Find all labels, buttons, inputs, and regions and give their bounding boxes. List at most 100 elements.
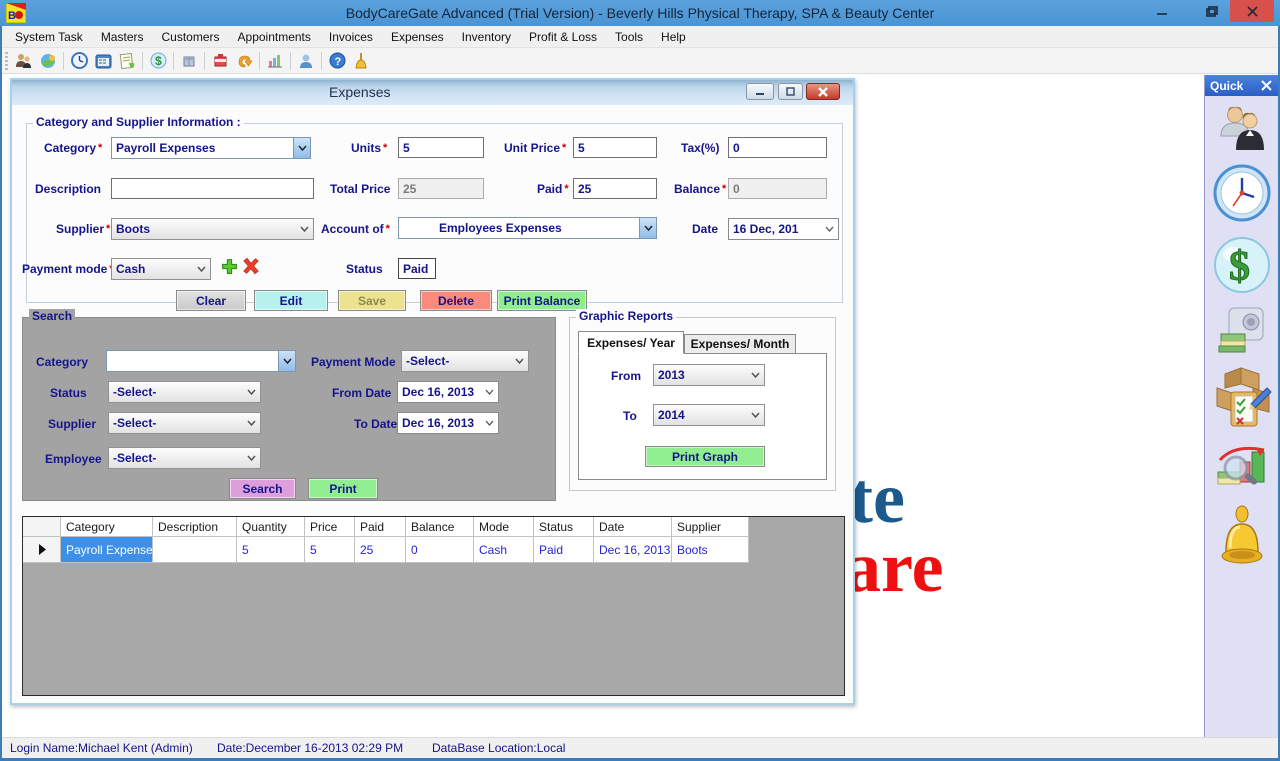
customers-icon[interactable] bbox=[12, 50, 36, 72]
dialog-close-button[interactable] bbox=[806, 83, 840, 100]
grid-col-description[interactable]: Description bbox=[153, 517, 237, 537]
expenses-dialog-titlebar[interactable]: Expenses bbox=[12, 80, 853, 105]
minimize-button[interactable] bbox=[1146, 0, 1178, 22]
tab-expenses-month[interactable]: Expenses/ Month bbox=[684, 334, 796, 354]
search-category-combobox[interactable] bbox=[106, 350, 296, 372]
menu-system-task[interactable]: System Task bbox=[6, 27, 92, 47]
grid-cell-description[interactable] bbox=[153, 537, 237, 563]
dialog-minimize-button[interactable] bbox=[746, 83, 774, 100]
delete-payment-mode-icon[interactable] bbox=[242, 257, 260, 275]
grid-col-quantity[interactable]: Quantity bbox=[237, 517, 305, 537]
grid-cell-quantity[interactable]: 5 bbox=[237, 537, 305, 563]
chevron-down-icon[interactable] bbox=[511, 351, 528, 371]
unit-price-input[interactable]: 5 bbox=[573, 137, 657, 158]
inventory-icon[interactable] bbox=[177, 50, 201, 72]
chevron-down-icon[interactable] bbox=[193, 259, 210, 279]
chevron-down-icon[interactable] bbox=[747, 365, 764, 385]
graph-from-year-combobox[interactable]: 2013 bbox=[653, 364, 765, 386]
search-status-combobox[interactable]: -Select- bbox=[108, 381, 261, 403]
dialog-maximize-button[interactable] bbox=[778, 83, 803, 100]
print-graph-button[interactable]: Print Graph bbox=[645, 446, 765, 467]
grid-cell-paid[interactable]: 25 bbox=[355, 537, 406, 563]
help-icon[interactable]: ? bbox=[325, 50, 349, 72]
grid-cell-supplier[interactable]: Boots bbox=[672, 537, 749, 563]
search-payment-mode-combobox[interactable]: -Select- bbox=[401, 350, 529, 372]
delete-button[interactable]: Delete bbox=[420, 290, 492, 311]
returns-icon[interactable] bbox=[232, 50, 256, 72]
paid-input[interactable]: 25 bbox=[573, 178, 657, 199]
save-button[interactable]: Save bbox=[338, 290, 406, 311]
tax-input[interactable]: 0 bbox=[728, 137, 827, 158]
appointments-icon[interactable] bbox=[67, 50, 91, 72]
bell-icon[interactable] bbox=[1216, 504, 1268, 566]
customers-icon[interactable] bbox=[1216, 104, 1268, 152]
reports-icon[interactable] bbox=[263, 50, 287, 72]
description-input[interactable] bbox=[111, 178, 314, 199]
grid-col-mode[interactable]: Mode bbox=[474, 517, 534, 537]
chevron-down-icon[interactable] bbox=[243, 448, 260, 468]
search-supplier-combobox[interactable]: -Select- bbox=[108, 412, 261, 434]
graph-to-year-combobox[interactable]: 2014 bbox=[653, 404, 765, 426]
grid-col-balance[interactable]: Balance bbox=[406, 517, 474, 537]
grid-col-supplier[interactable]: Supplier bbox=[672, 517, 749, 537]
cleanup-icon[interactable] bbox=[349, 50, 373, 72]
supplier-combobox[interactable]: Boots bbox=[111, 218, 314, 240]
chevron-down-icon[interactable] bbox=[278, 351, 295, 371]
inventory-icon[interactable] bbox=[1211, 366, 1273, 430]
add-payment-mode-icon[interactable] bbox=[221, 258, 238, 275]
payment-mode-combobox[interactable]: Cash bbox=[111, 258, 211, 280]
print-balance-button[interactable]: Print Balance bbox=[497, 290, 587, 311]
money-icon[interactable]: $ bbox=[1213, 236, 1271, 294]
grid-col-category[interactable]: Category bbox=[61, 517, 153, 537]
menu-customers[interactable]: Customers bbox=[153, 27, 229, 47]
row-selector-arrow-icon[interactable] bbox=[23, 537, 61, 563]
chevron-down-icon[interactable] bbox=[747, 405, 764, 425]
search-button[interactable]: Search bbox=[229, 478, 296, 499]
payments-icon[interactable]: $ bbox=[146, 50, 170, 72]
grid-col-status[interactable]: Status bbox=[534, 517, 594, 537]
search-to-date-picker[interactable]: Dec 16, 2013 bbox=[397, 412, 499, 434]
chevron-down-icon[interactable] bbox=[821, 219, 838, 239]
category-combobox[interactable]: Payroll Expenses bbox=[111, 137, 311, 159]
grid-cell-category[interactable]: Payroll Expenses bbox=[61, 537, 153, 563]
grid-cell-date[interactable]: Dec 16, 2013 bbox=[594, 537, 672, 563]
clear-button[interactable]: Clear bbox=[176, 290, 246, 311]
account-of-combobox[interactable]: Employees Expenses bbox=[398, 217, 657, 239]
search-from-date-picker[interactable]: Dec 16, 2013 bbox=[397, 381, 499, 403]
units-input[interactable]: 5 bbox=[398, 137, 484, 158]
menu-masters[interactable]: Masters bbox=[92, 27, 153, 47]
menu-tools[interactable]: Tools bbox=[606, 27, 652, 47]
clock-icon[interactable] bbox=[1213, 164, 1271, 222]
date-picker[interactable]: 16 Dec, 201 bbox=[728, 218, 839, 240]
quick-close-icon[interactable] bbox=[1260, 79, 1273, 92]
grid-col-date[interactable]: Date bbox=[594, 517, 672, 537]
menu-expenses[interactable]: Expenses bbox=[382, 27, 453, 47]
grid-cell-mode[interactable]: Cash bbox=[474, 537, 534, 563]
chevron-down-icon[interactable] bbox=[296, 219, 313, 239]
edit-button[interactable]: Edit bbox=[254, 290, 328, 311]
chevron-down-icon[interactable] bbox=[293, 138, 310, 158]
search-employee-combobox[interactable]: -Select- bbox=[108, 447, 261, 469]
tab-expenses-year[interactable]: Expenses/ Year bbox=[578, 331, 684, 354]
menu-appointments[interactable]: Appointments bbox=[229, 27, 320, 47]
grid-cell-balance[interactable]: 0 bbox=[406, 537, 474, 563]
chevron-down-icon[interactable] bbox=[243, 382, 260, 402]
search-print-button[interactable]: Print bbox=[308, 478, 378, 499]
invoices-icon[interactable] bbox=[115, 50, 139, 72]
menu-profit-loss[interactable]: Profit & Loss bbox=[520, 27, 606, 47]
menu-inventory[interactable]: Inventory bbox=[453, 27, 520, 47]
chevron-down-icon[interactable] bbox=[481, 413, 498, 433]
menu-help[interactable]: Help bbox=[652, 27, 695, 47]
chevron-down-icon[interactable] bbox=[243, 413, 260, 433]
masters-icon[interactable] bbox=[36, 50, 60, 72]
restore-button[interactable] bbox=[1196, 0, 1228, 22]
grid-cell-status[interactable]: Paid bbox=[534, 537, 594, 563]
expenses-icon[interactable] bbox=[208, 50, 232, 72]
grid-cell-price[interactable]: 5 bbox=[305, 537, 355, 563]
grid-col-paid[interactable]: Paid bbox=[355, 517, 406, 537]
chevron-down-icon[interactable] bbox=[481, 382, 498, 402]
close-button[interactable] bbox=[1230, 0, 1274, 22]
menu-invoices[interactable]: Invoices bbox=[320, 27, 382, 47]
grid-data-row[interactable]: Payroll Expenses 5 5 25 0 Cash Paid Dec … bbox=[23, 537, 749, 563]
users-icon[interactable] bbox=[294, 50, 318, 72]
